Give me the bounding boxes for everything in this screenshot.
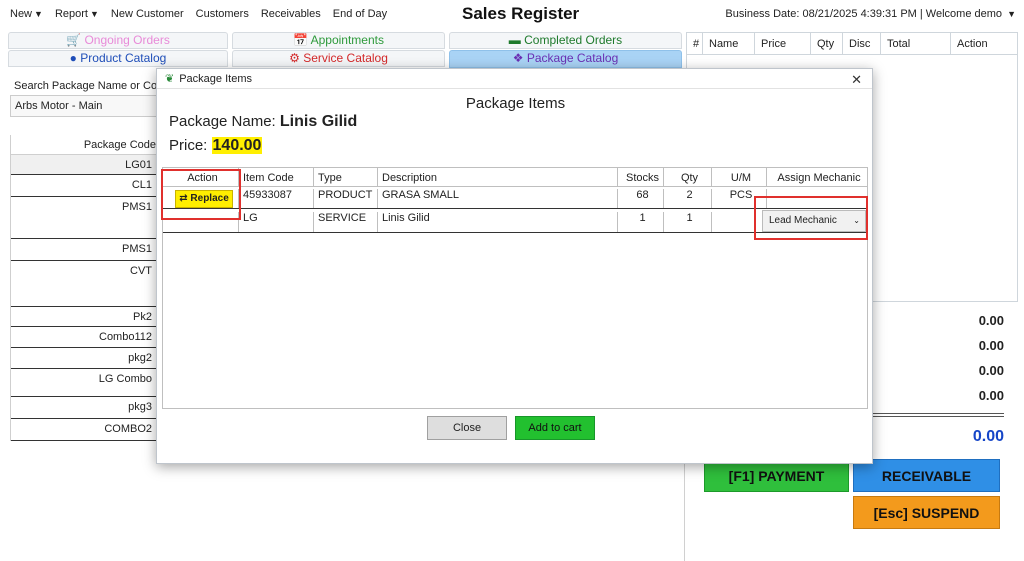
items-header: Action Item Code Type Description Stocks… [163, 168, 867, 186]
table-row[interactable]: LG01 [11, 155, 160, 175]
table-row[interactable]: Combo112 [11, 327, 160, 348]
col-type: Type [314, 168, 378, 186]
table-row[interactable]: Pk2 [11, 307, 160, 327]
package-code-header: Package Code [11, 135, 160, 155]
suspend-button[interactable]: [Esc] SUSPEND [853, 496, 1000, 529]
branch-select[interactable]: Arbs Motor - Main [10, 95, 160, 117]
col-description: Description [378, 168, 618, 186]
package-name-value: Linis Gilid [279, 113, 358, 130]
add-to-cart-button[interactable]: Add to cart [515, 416, 595, 440]
table-row[interactable]: PMS1 [11, 239, 160, 261]
col-um: U/M [712, 168, 767, 186]
cell-stocks: 1 [618, 212, 664, 232]
cart-col-action: Action [957, 38, 988, 50]
cart-col-disc: Disc [843, 33, 881, 54]
calendar-icon: 📅 [292, 33, 308, 47]
package-table: Package Code LG01 CL1 PMS1 PMS1 CVT Pk2 … [10, 135, 160, 441]
dialog-heading: Package Items [465, 95, 566, 112]
cell-type: SERVICE [314, 212, 378, 232]
table-row[interactable]: CVT [11, 261, 160, 307]
package-name-label: Package Name: [169, 113, 276, 130]
subtotal-value: 0.00 [978, 313, 1004, 328]
cell-item-code: LG [239, 212, 314, 232]
product-hunt-icon: ● [69, 51, 77, 65]
tab-appointments[interactable]: 📅 Appointments [232, 32, 445, 49]
tab-service-label: Service Catalog [303, 51, 388, 65]
close-icon[interactable]: ✕ [851, 72, 862, 88]
caret-down-icon: ▼ [1007, 9, 1016, 19]
col-stocks: Stocks [618, 168, 664, 186]
table-row[interactable]: PMS1 [11, 197, 160, 239]
tab-completed-orders[interactable]: ▬ Completed Orders [449, 32, 682, 49]
tab-product-catalog[interactable]: ● Product Catalog [8, 50, 228, 67]
cart-icon: 🛒 [66, 33, 82, 47]
package-items-table: Action Item Code Type Description Stocks… [161, 167, 868, 409]
tab-appointments-label: Appointments [310, 33, 384, 47]
cart-header: # Name Price Qty Disc Total Action [687, 33, 1017, 55]
tab-completed-label: Completed Orders [524, 33, 623, 47]
col-assign-mechanic: Assign Mechanic [777, 172, 861, 184]
cart-col-total: Total [881, 33, 951, 54]
package-price: Price: 140.00 [169, 137, 263, 155]
discount-value: 0.00 [978, 338, 1004, 353]
menu-new[interactable]: New ▼ [10, 8, 43, 20]
package-name: Package Name: Linis Gilid [169, 113, 357, 131]
table-row[interactable]: pkg3 [11, 397, 160, 419]
caret-down-icon: ▼ [34, 9, 43, 19]
close-button[interactable]: Close [427, 416, 507, 440]
gears-icon: ⚙ [289, 51, 300, 65]
cell-description: GRASA SMALL [378, 189, 618, 208]
menu-customers[interactable]: Customers [196, 8, 249, 20]
tab-product-label: Product Catalog [80, 51, 167, 65]
cart-col-qty: Qty [811, 33, 843, 54]
grand-total: 0.00 [972, 428, 1004, 445]
table-row[interactable]: LG Combo [11, 369, 160, 397]
cart-col-index: # [687, 33, 703, 54]
package-price-label: Price: [169, 137, 208, 154]
page-title: Sales Register [462, 4, 580, 23]
menu-receivables[interactable]: Receivables [261, 8, 321, 20]
business-info[interactable]: Business Date: 08/21/2025 4:39:31 PM | W… [725, 8, 1016, 20]
sales-register-screen: New ▼ Report ▼ New Customer Customers Rece… [0, 0, 1024, 561]
tab-ongoing-label: Ongoing Orders [84, 33, 170, 47]
inbox-icon: ▬ [508, 33, 521, 47]
col-item-code: Item Code [239, 168, 314, 186]
table-row[interactable]: pkg2 [11, 348, 160, 369]
dropbox-icon: ❖ [512, 51, 524, 65]
cell-item-code: 45933087 [239, 189, 314, 208]
cell-qty: 1 [664, 212, 712, 232]
menu-report-label: Report [54, 8, 88, 20]
total-divider [860, 413, 1004, 417]
tax-value: 0.00 [978, 363, 1004, 378]
tab-package-label: Package Catalog [526, 51, 619, 65]
highlight-box [161, 169, 241, 220]
cell-type: PRODUCT [314, 189, 378, 208]
menu-new-label: New [10, 8, 33, 20]
business-info-text: Business Date: 08/21/2025 4:39:31 PM | W… [725, 8, 1003, 20]
package-items-dialog: ❦ Package Items ✕ Package Items Package … [156, 68, 873, 464]
table-row[interactable]: CL1 [11, 175, 160, 197]
cell-qty: 2 [664, 189, 712, 208]
dialog-titlebar: ❦ Package Items [157, 69, 872, 89]
search-label: Search Package Name or Code [14, 80, 170, 92]
other-value: 0.00 [978, 388, 1004, 403]
menu-end-of-day[interactable]: End of Day [333, 8, 387, 20]
dialog-title: Package Items [179, 72, 252, 85]
highlight-box [754, 196, 868, 240]
cell-description: Linis Gilid [378, 212, 618, 232]
tab-package-catalog[interactable]: ❖ Package Catalog [449, 50, 682, 68]
table-row[interactable]: COMBO2 [11, 419, 160, 441]
col-qty: Qty [664, 168, 712, 186]
receivable-button[interactable]: RECEIVABLE [853, 459, 1000, 492]
cell-stocks: 68 [618, 189, 664, 208]
menu-report[interactable]: Report ▼ [55, 8, 99, 20]
package-price-value: 140.00 [211, 137, 263, 154]
cart-col-price: Price [755, 33, 811, 54]
package-icon: ❦ [165, 73, 175, 85]
menu-new-customer[interactable]: New Customer [111, 8, 184, 20]
tab-service-catalog[interactable]: ⚙ Service Catalog [232, 50, 445, 67]
tab-ongoing-orders[interactable]: 🛒 Ongoing Orders [8, 32, 228, 49]
caret-down-icon: ▼ [89, 9, 99, 19]
cart-col-name: Name [703, 33, 755, 54]
